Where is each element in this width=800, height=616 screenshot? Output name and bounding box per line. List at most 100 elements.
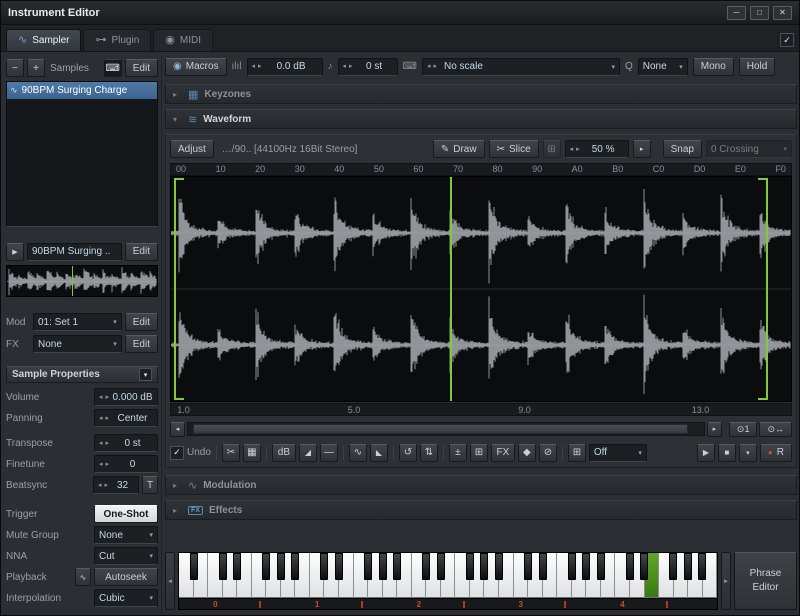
waveform-section-header[interactable]: ▾ ≋ Waveform bbox=[165, 109, 797, 129]
grid-button[interactable]: ⊞ bbox=[470, 444, 488, 462]
macros-button[interactable]: ◉ Macros bbox=[165, 58, 227, 76]
piano-key-black[interactable] bbox=[495, 553, 503, 580]
scale-dropdown[interactable]: ◂ ▸ No scale ▾ bbox=[422, 58, 620, 76]
piano-key-black[interactable] bbox=[364, 553, 372, 580]
piano-key-black[interactable] bbox=[190, 553, 198, 580]
piano-key-black[interactable] bbox=[684, 553, 692, 580]
decrement-icon[interactable]: ◂ bbox=[99, 415, 103, 422]
slice-marker-button[interactable]: ⊞ bbox=[543, 140, 561, 158]
mono-button[interactable]: Mono bbox=[693, 58, 734, 76]
samples-edit-button[interactable]: Edit bbox=[125, 59, 158, 77]
loop-mode-button[interactable]: ⊞ bbox=[568, 444, 586, 462]
piano-key-black[interactable] bbox=[262, 553, 270, 580]
piano-key-black[interactable] bbox=[233, 553, 241, 580]
apply-fx-button[interactable]: FX bbox=[491, 444, 515, 462]
piano-key-black[interactable] bbox=[539, 553, 547, 580]
phase-invert-button[interactable]: ∿ bbox=[349, 444, 367, 462]
keyzone-view-button[interactable]: ⌨ bbox=[104, 59, 122, 77]
decrement-icon[interactable]: ◂ bbox=[343, 63, 347, 70]
increment-icon[interactable]: ▸ bbox=[258, 63, 262, 70]
increment-icon[interactable]: ▸ bbox=[105, 482, 109, 489]
piano-key-black[interactable] bbox=[466, 553, 474, 580]
piano-key-black[interactable] bbox=[219, 553, 227, 580]
decrement-icon[interactable]: ◂ bbox=[570, 146, 574, 153]
sample-list[interactable]: ∿ 90BPM Surging Charge bbox=[6, 81, 158, 227]
remove-sample-button[interactable]: − bbox=[6, 59, 24, 77]
beatsync-stepper[interactable]: ◂ ▸ 32 bbox=[93, 476, 139, 494]
tab-midi[interactable]: ◉ MIDI bbox=[153, 29, 213, 51]
fade-in-button[interactable]: ◢ bbox=[299, 444, 317, 462]
decrement-icon[interactable]: ◂ bbox=[99, 440, 103, 447]
beat-time-ruler[interactable]: 1.0 5.0 9.0 13.0 bbox=[170, 403, 792, 416]
increment-icon[interactable]: ▸ bbox=[106, 461, 110, 468]
autoseek-button[interactable]: Autoseek bbox=[94, 568, 158, 586]
snap-button[interactable]: Snap bbox=[663, 140, 702, 158]
piano-key-black[interactable] bbox=[669, 553, 677, 580]
fade-out-button[interactable]: ◣ bbox=[370, 444, 388, 462]
mute-button[interactable]: ⊘ bbox=[539, 444, 557, 462]
snap-mode-dropdown[interactable]: 0 Crossing ▾ bbox=[706, 140, 792, 158]
fx-chain-dropdown[interactable]: None ▾ bbox=[33, 335, 122, 353]
sample-list-item[interactable]: ∿ 90BPM Surging Charge bbox=[7, 82, 157, 99]
mute-group-dropdown[interactable]: None ▾ bbox=[94, 526, 158, 544]
piano-key-black[interactable] bbox=[379, 553, 387, 580]
modulation-section-header[interactable]: ▸ ∿ Modulation bbox=[165, 475, 797, 495]
stop-sample-button[interactable]: ■ bbox=[718, 444, 736, 462]
editor-visible-toggle[interactable]: ✓ bbox=[780, 33, 794, 47]
piano-key-black[interactable] bbox=[422, 553, 430, 580]
mod-set-dropdown[interactable]: 01: Set 1 ▾ bbox=[33, 313, 122, 331]
piano-key-black[interactable] bbox=[320, 553, 328, 580]
title-bar[interactable]: Instrument Editor ─ □ ✕ bbox=[1, 1, 799, 25]
decrement-icon[interactable]: ◂ bbox=[98, 482, 102, 489]
undo-checkbox[interactable]: ✓ bbox=[170, 446, 184, 460]
quantize-dropdown[interactable]: None ▾ bbox=[638, 58, 688, 76]
piano-key-black[interactable] bbox=[437, 553, 445, 580]
hold-button[interactable]: Hold bbox=[739, 58, 776, 76]
piano-key-black[interactable] bbox=[626, 553, 634, 580]
trigger-one-shot-button[interactable]: One-Shot bbox=[94, 505, 158, 523]
sample-edit-button[interactable]: Edit bbox=[125, 243, 158, 261]
fx-edit-button[interactable]: Edit bbox=[125, 335, 158, 353]
piano-key-black[interactable] bbox=[640, 553, 648, 580]
interpolation-dropdown[interactable]: Cubic ▾ bbox=[94, 589, 158, 607]
adjust-offset-button[interactable]: ± bbox=[449, 444, 467, 462]
selection-end-marker[interactable] bbox=[766, 178, 768, 400]
volume-stepper[interactable]: ◂ ▸ 0.000 dB bbox=[94, 388, 158, 406]
piano-key-black[interactable] bbox=[480, 553, 488, 580]
keyboard-scroll-left-button[interactable]: ◂ bbox=[165, 552, 175, 610]
scroll-right-button[interactable]: ▸ bbox=[707, 422, 722, 437]
cut-button[interactable]: ✂ bbox=[222, 444, 240, 462]
instrument-volume-stepper[interactable]: ◂ ▸ 0.0 dB bbox=[247, 58, 323, 76]
tab-sampler[interactable]: ∿ Sampler bbox=[6, 29, 81, 51]
beatsync-mode-button[interactable]: T bbox=[142, 476, 158, 494]
decrement-icon[interactable]: ◂ bbox=[99, 461, 103, 468]
sample-play-button[interactable]: ▶ bbox=[6, 243, 24, 261]
close-button[interactable]: ✕ bbox=[773, 6, 792, 20]
sample-preview[interactable] bbox=[6, 265, 158, 298]
increment-icon[interactable]: ▸ bbox=[106, 394, 110, 401]
selection-start-marker[interactable] bbox=[174, 178, 176, 400]
mod-edit-button[interactable]: Edit bbox=[125, 313, 158, 331]
piano-key-black[interactable] bbox=[277, 553, 285, 580]
decrement-icon[interactable]: ◂ bbox=[99, 394, 103, 401]
piano-key-black[interactable] bbox=[597, 553, 605, 580]
draw-button[interactable]: ✎ Draw bbox=[433, 140, 485, 158]
zoom-fit-button[interactable]: ⊙↔ bbox=[759, 422, 792, 437]
decrement-icon[interactable]: ◂ bbox=[427, 63, 431, 70]
piano-key-black[interactable] bbox=[291, 553, 299, 580]
scroll-left-button[interactable]: ◂ bbox=[170, 422, 185, 437]
increment-icon[interactable]: ▸ bbox=[106, 440, 110, 447]
nna-dropdown[interactable]: Cut ▾ bbox=[94, 547, 158, 565]
adjust-button[interactable]: Adjust bbox=[170, 140, 214, 158]
effects-section-header[interactable]: ▸ FX Effects bbox=[165, 500, 797, 520]
waveform-display[interactable] bbox=[170, 176, 792, 402]
piano-key-black[interactable] bbox=[568, 553, 576, 580]
swap-channels-button[interactable]: ⇅ bbox=[420, 444, 438, 462]
dc-offset-button[interactable]: — bbox=[320, 444, 338, 462]
piano-keyboard[interactable]: 01234 bbox=[178, 552, 718, 610]
hex-position-ruler[interactable]: 00 10 20 30 40 50 60 70 80 90 A0 B0 C0 D… bbox=[170, 163, 792, 176]
keyboard-scroll-right-button[interactable]: ▸ bbox=[721, 552, 731, 610]
increment-icon[interactable]: ▸ bbox=[106, 415, 110, 422]
slice-button[interactable]: ✂ Slice bbox=[489, 140, 539, 158]
decrement-icon[interactable]: ◂ bbox=[252, 63, 256, 70]
